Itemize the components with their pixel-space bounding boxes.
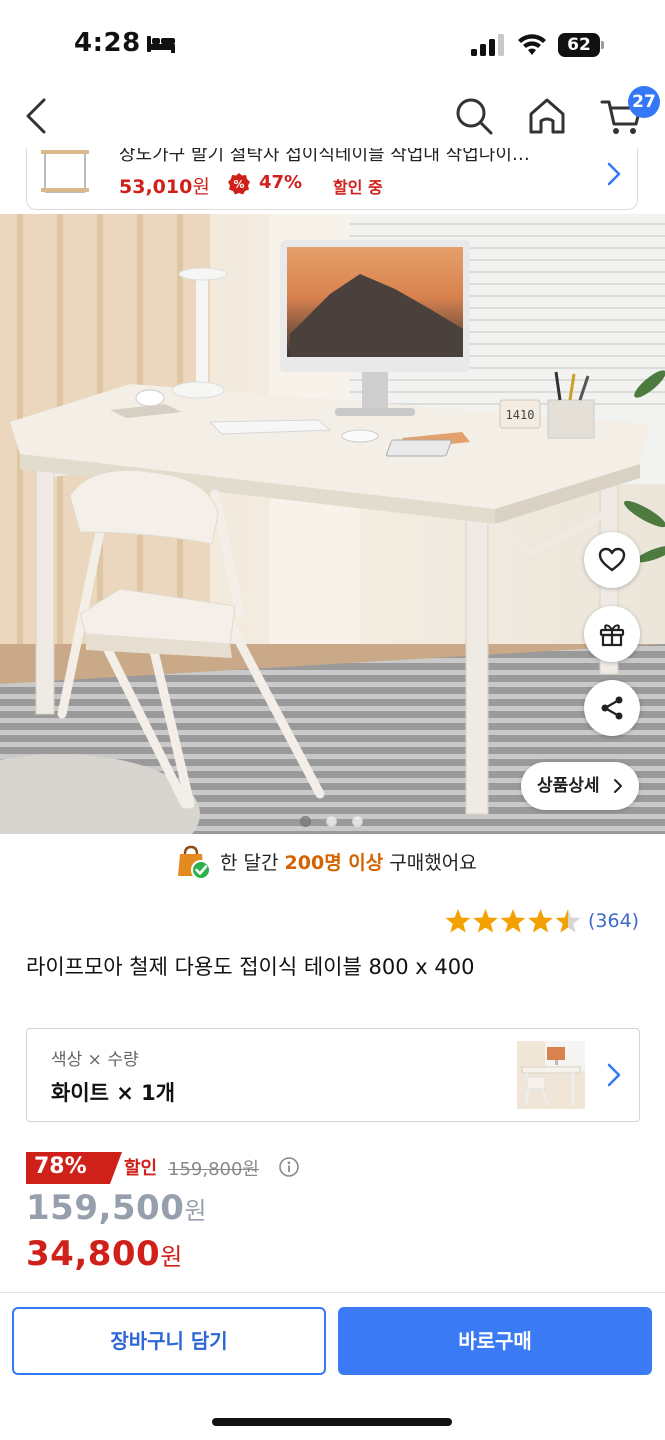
bottom-divider [0,1292,665,1293]
gift-button[interactable] [584,606,640,662]
purchase-count-text: 한 달간 200명 이상 구매했어요 [220,848,477,875]
purchase-count-prefix: 한 달간 [220,852,285,874]
buy-now-button[interactable]: 바로구매 [338,1307,652,1375]
related-product-discount-text: 할인 중 [333,178,383,197]
option-label: 색상 × 수량 [51,1050,139,1070]
share-button[interactable] [584,680,640,736]
star-rating [445,909,581,933]
heart-icon [598,547,626,572]
star-full-icon [500,909,526,933]
product-detail-button[interactable]: 상품상세 [521,762,639,810]
review-count[interactable]: (364) [588,910,639,932]
wifi-icon [518,34,546,55]
star-half-icon [555,909,581,933]
carousel-indicator [300,816,370,830]
info-icon[interactable] [278,1156,300,1178]
home-icon[interactable] [526,94,568,138]
original-price: 159,800원 [168,1159,259,1180]
related-product-card[interactable]: 장노가구 발기 철탁자 접이식테이블 작업대 작업나이… 53,010원 % 4… [26,148,638,210]
chevron-right-icon [614,779,622,793]
battery-icon: 62 [558,33,604,57]
option-selector[interactable]: 색상 × 수량 화이트 × 1개 [26,1028,640,1122]
cart-count-badge[interactable]: 27 [628,86,660,118]
purchase-count-banner: 한 달간 200명 이상 구매했어요 [0,840,665,882]
option-value: 화이트 × 1개 [51,1081,176,1105]
product-title: 라이프모아 철제 다용도 접이식 테이블 800 x 400 [26,955,475,979]
signal-icon [471,34,504,56]
purchase-count-suffix: 구매했어요 [383,852,477,874]
bed-icon [147,36,175,53]
purchase-count-highlight: 200명 이상 [284,852,384,874]
percent-badge-icon: % [228,173,250,195]
related-product-title: 장노가구 발기 철탁자 접이식테이블 작업대 작업나이… [119,148,530,165]
list-price-value: 159,500 [26,1188,185,1228]
sale-price: 34,800원 [26,1234,183,1274]
star-full-icon [528,909,553,933]
option-thumbnail [517,1041,585,1109]
discount-label: 할인 [124,1158,158,1179]
product-detail-label: 상품상세 [537,776,600,796]
product-photo: 1410 [0,214,665,834]
related-product-price-won: 원 [192,176,210,198]
chevron-right-icon [607,162,621,186]
shopping-bag-check-icon [178,845,211,880]
star-full-icon [445,909,471,933]
home-indicator [212,1418,452,1426]
related-product-price: 53,010원 [119,172,210,199]
top-nav [0,80,665,152]
battery-level: 62 [558,33,600,57]
status-time: 4:28 [74,28,141,58]
related-product-price-value: 53,010 [119,176,193,198]
share-icon [601,696,623,720]
wishlist-button[interactable] [584,532,640,588]
sale-price-won: 원 [160,1243,183,1271]
carousel-dot [326,816,337,827]
svg-text:1410: 1410 [506,408,535,422]
list-price: 159,500원 [26,1188,207,1228]
product-image-carousel[interactable]: 1410 [0,214,665,834]
svg-text:%: % [233,178,244,191]
sale-price-value: 34,800 [26,1234,161,1274]
add-to-cart-button[interactable]: 장바구니 담기 [12,1307,326,1375]
chevron-right-icon [607,1063,621,1087]
carousel-dot [352,816,363,827]
related-product-discount: 47% [259,172,303,193]
list-price-won: 원 [184,1197,207,1225]
search-icon[interactable] [452,94,496,138]
battery-cap [601,41,604,49]
status-bar: 4:28 62 [0,0,665,80]
star-full-icon [473,909,498,933]
back-chevron-icon[interactable] [18,94,58,138]
related-product-thumbnail [41,150,89,193]
gift-icon [599,624,625,647]
rating-summary[interactable]: (364) [444,906,654,940]
discount-percent: 78% [34,1154,87,1179]
carousel-dot-active [300,816,311,827]
